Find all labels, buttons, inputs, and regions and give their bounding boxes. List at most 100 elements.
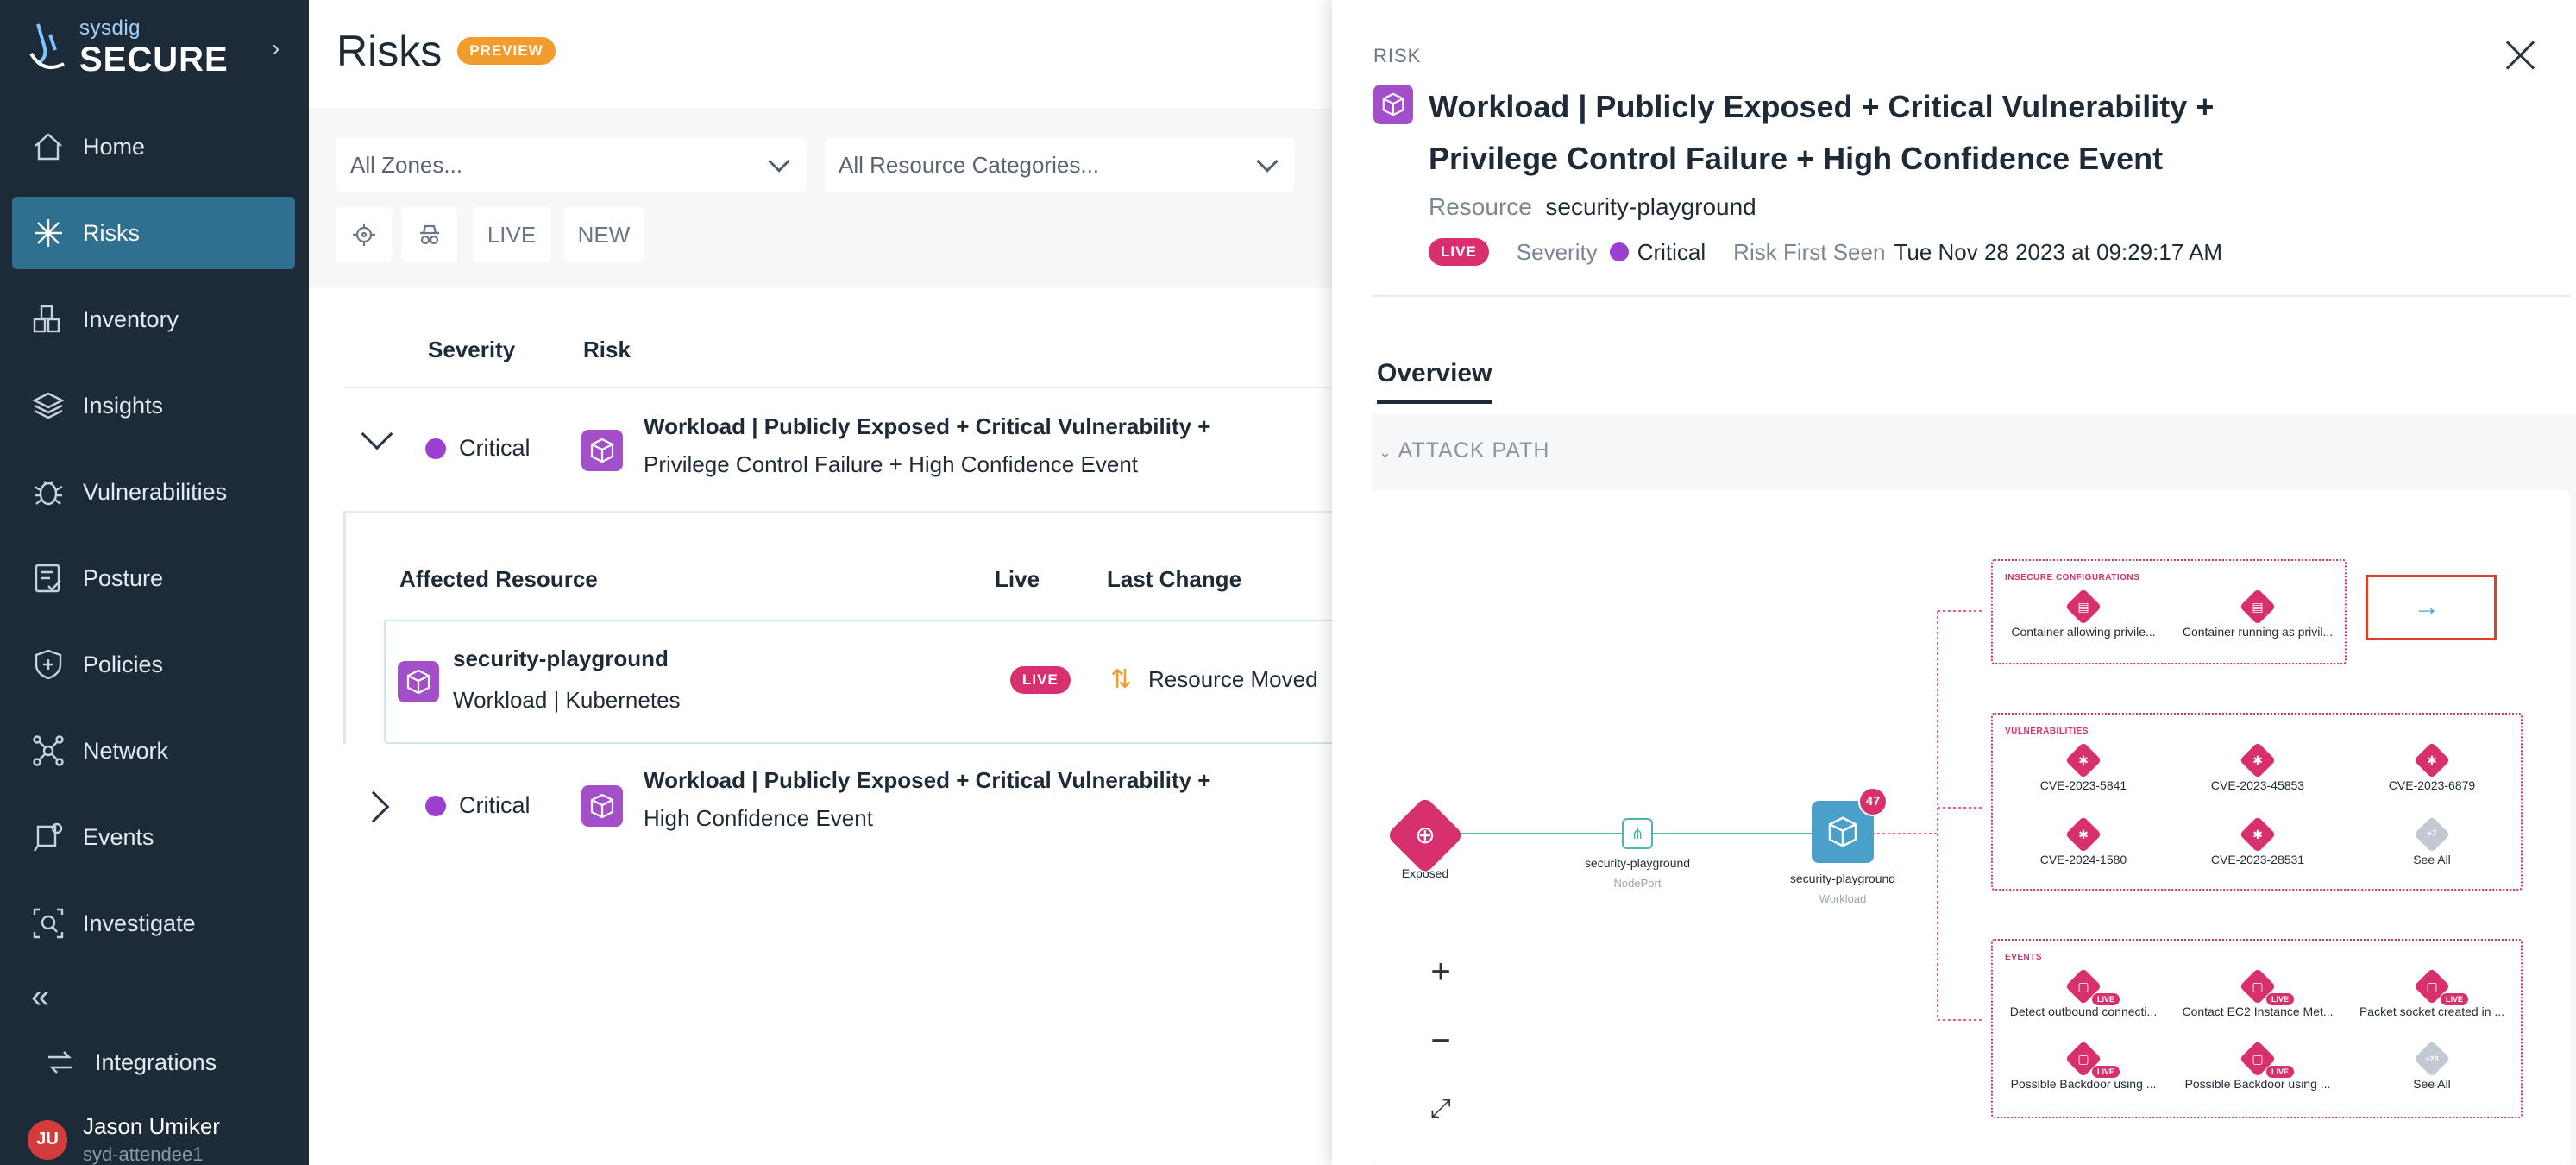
- zoom-out-button[interactable]: −: [1423, 1022, 1458, 1061]
- resource-categories-select[interactable]: All Resource Categories...: [825, 138, 1294, 192]
- crosshair-icon: [353, 224, 375, 246]
- affected-resources-panel: Affected Resource Live Last Change secur…: [343, 511, 1335, 744]
- node-label: CVE-2023-5841: [2039, 778, 2127, 792]
- drawer-title: Workload | Publicly Exposed + Critical V…: [1429, 81, 2291, 185]
- investigate-icon: [29, 904, 67, 942]
- close-icon[interactable]: [2505, 40, 2536, 71]
- categories-select-value: All Resource Categories...: [839, 151, 1100, 178]
- table-row[interactable]: Critical Workload | Publicly Exposed + C…: [343, 759, 1332, 854]
- config-node[interactable]: ▤ Container allowing privile...: [1993, 588, 2174, 639]
- sidebar-item-integrations[interactable]: Integrations: [24, 1026, 309, 1099]
- vulnerabilities-group[interactable]: VULNERABILITIES ✱ CVE-2023-5841 ✱ CVE-20…: [1991, 713, 2523, 891]
- event-node[interactable]: ▢ LIVE Possible Backdoor using ...: [1993, 1040, 2174, 1091]
- see-all-events[interactable]: +28 See All: [2341, 1040, 2523, 1091]
- column-header-affected-resource: Affected Resource: [399, 566, 598, 592]
- live-filter-button[interactable]: LIVE: [473, 207, 550, 262]
- group-title: INSECURE CONFIGURATIONS: [2005, 573, 2140, 582]
- sidebar-item-events[interactable]: Events: [12, 801, 295, 873]
- event-node[interactable]: ▢ LIVE Possible Backdoor using ...: [2167, 1040, 2348, 1091]
- share-icon[interactable]: ⋔: [1622, 818, 1653, 849]
- sidebar-item-investigate[interactable]: Investigate: [12, 887, 295, 960]
- zones-select[interactable]: All Zones...: [336, 138, 806, 192]
- attack-path-graph[interactable]: → ⊕ Exposed ⋔ security-playground NodePo…: [1372, 490, 2571, 1165]
- zoom-in-button[interactable]: +: [1423, 953, 1458, 992]
- live-tag: LIVE: [2440, 992, 2470, 1006]
- event-node[interactable]: ▢ LIVE Detect outbound connecti...: [1993, 967, 2174, 1018]
- resource-name[interactable]: security-playground: [453, 645, 669, 672]
- column-header-severity[interactable]: Severity: [428, 337, 515, 363]
- event-node[interactable]: ▢ LIVE Contact EC2 Instance Met...: [2167, 967, 2348, 1018]
- live-tag: LIVE: [2265, 992, 2296, 1006]
- live-tag: LIVE: [2091, 1065, 2121, 1079]
- severity-label: Critical: [459, 792, 531, 818]
- fit-screen-icon[interactable]: ⤢: [1423, 1094, 1458, 1124]
- chevron-right-icon[interactable]: [357, 790, 390, 823]
- collapse-sidebar-icon[interactable]: «: [31, 979, 49, 1016]
- globe-icon: ⊕: [1415, 822, 1436, 848]
- severity-value: Critical: [1637, 238, 1706, 265]
- sidebar-item-label: Policies: [83, 651, 164, 677]
- target-filter-button[interactable]: [336, 207, 392, 262]
- tab-overview[interactable]: Overview: [1377, 359, 1492, 404]
- chevron-down-icon: [768, 150, 790, 173]
- attack-path-header[interactable]: ⌄ ATTACK PATH: [1379, 438, 1550, 463]
- sidebar-item-home[interactable]: Home: [12, 110, 295, 183]
- chevron-down-icon: ⌄: [1379, 444, 1393, 461]
- sidebar-item-vulnerabilities[interactable]: Vulnerabilities: [12, 456, 295, 528]
- sidebar-item-posture[interactable]: Posture: [12, 542, 295, 614]
- chevron-right-icon[interactable]: ›: [272, 35, 280, 62]
- home-icon: [29, 128, 67, 166]
- divider: [343, 387, 1332, 388]
- zones-select-value: All Zones...: [350, 151, 463, 178]
- sidebar-item-policies[interactable]: Policies: [12, 628, 295, 701]
- severity-dot: [1609, 242, 1629, 261]
- first-seen-value: Tue Nov 28 2023 at 09:29:17 AM: [1894, 238, 2223, 265]
- sidebar-item-label: Inventory: [83, 305, 179, 332]
- insecure-configurations-group[interactable]: INSECURE CONFIGURATIONS ▤ Container allo…: [1991, 559, 2347, 664]
- document-icon: ▤: [2252, 600, 2264, 614]
- sidebar-item-network[interactable]: Network: [12, 715, 295, 787]
- sidebar-item-label: Events: [83, 823, 154, 850]
- node-label: Detect outbound connecti...: [2009, 1004, 2158, 1018]
- live-tag: LIVE: [2265, 1065, 2296, 1079]
- resource-row[interactable]: security-playground Workload | Kubernete…: [384, 620, 1335, 744]
- vulnerability-node[interactable]: ✱ CVE-2023-45853: [2167, 741, 2348, 792]
- resource-value[interactable]: security-playground: [1545, 193, 1756, 220]
- brand-logo[interactable]: sysdig SECURE: [26, 17, 229, 78]
- workload-kind: Workload: [1819, 892, 1867, 905]
- brand-name: sysdig: [79, 16, 141, 40]
- chevron-down-icon[interactable]: [361, 418, 393, 450]
- incognito-filter-button[interactable]: [402, 207, 457, 262]
- node-label: Possible Backdoor using ...: [2184, 1077, 2331, 1091]
- risk-title: Workload | Publicly Exposed + Critical V…: [644, 761, 1210, 837]
- risk-title-line1: Workload | Publicly Exposed + Critical V…: [644, 413, 1211, 439]
- sidebar-item-insights[interactable]: Insights: [12, 369, 295, 442]
- workload-name: security-playground: [1789, 872, 1896, 885]
- vulnerability-node[interactable]: ✱ CVE-2023-6879: [2341, 741, 2523, 792]
- integrations-icon: [41, 1043, 79, 1081]
- bug-icon: ✱: [2078, 828, 2089, 841]
- vulnerability-node[interactable]: ✱ CVE-2024-1580: [1993, 816, 2174, 866]
- vulnerability-node[interactable]: ✱ CVE-2023-28531: [2167, 816, 2348, 866]
- sidebar-item-inventory[interactable]: Inventory: [12, 283, 295, 356]
- finding-count-badge: 47: [1858, 787, 1888, 816]
- column-header-risk[interactable]: Risk: [583, 337, 631, 363]
- sidebar-item-risks[interactable]: Risks: [12, 197, 295, 269]
- config-node[interactable]: ▤ Container running as privil...: [2167, 588, 2348, 639]
- severity-dot: [425, 796, 446, 816]
- table-row[interactable]: Critical Workload | Publicly Exposed + C…: [343, 406, 1332, 501]
- events-group[interactable]: EVENTS ▢ LIVE Detect outbound connecti..…: [1991, 939, 2523, 1118]
- divider: [1372, 295, 2571, 297]
- group-title: EVENTS: [2005, 953, 2043, 962]
- see-all-label: See All: [2413, 853, 2451, 866]
- risk-title-line2: Privilege Control Failure + High Confide…: [644, 451, 1139, 477]
- user-profile[interactable]: JU Jason Umiker syd-attendee1: [28, 1113, 220, 1165]
- new-filter-button[interactable]: NEW: [564, 207, 644, 262]
- workload-cube-icon: [1828, 816, 1857, 847]
- resource-label: Resource: [1429, 193, 1532, 220]
- node-label: Container running as privil...: [2182, 625, 2334, 639]
- more-count: +28: [2425, 1055, 2439, 1063]
- vulnerability-node[interactable]: ✱ CVE-2023-5841: [1993, 741, 2174, 792]
- event-node[interactable]: ▢ LIVE Packet socket created in ...: [2341, 967, 2523, 1018]
- see-all-vulnerabilities[interactable]: +7 See All: [2341, 816, 2523, 866]
